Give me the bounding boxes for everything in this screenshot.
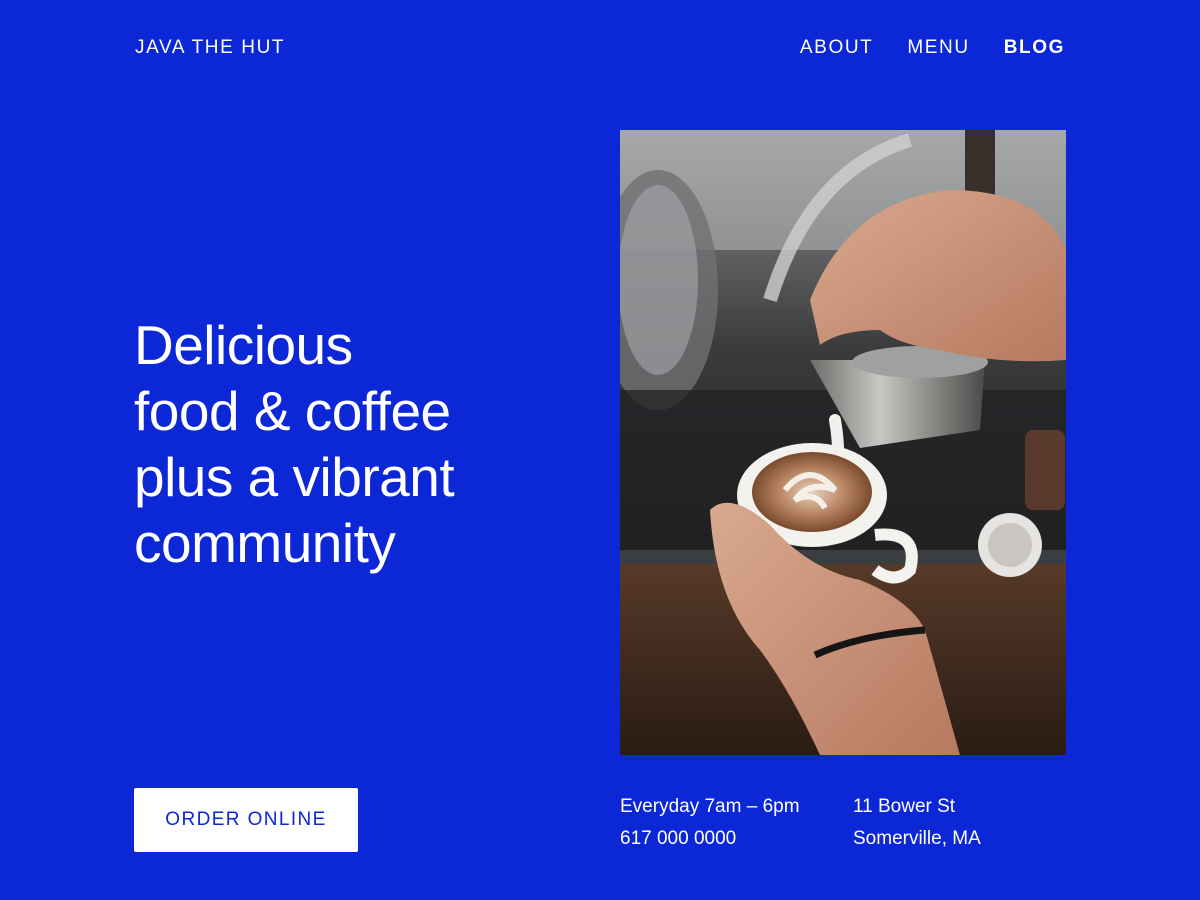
main-nav: ABOUT MENU BLOG [800, 37, 1065, 59]
city-state: Somerville, MA [853, 828, 981, 849]
opening-hours: Everyday 7am – 6pm [620, 796, 800, 817]
headline-line: community [134, 512, 396, 574]
order-online-button[interactable]: ORDER ONLINE [134, 788, 358, 852]
landing-page: JAVA THE HUT ABOUT MENU BLOG Delicious f… [0, 0, 1200, 900]
brand-logo[interactable]: JAVA THE HUT [135, 37, 285, 59]
nav-item-menu[interactable]: MENU [907, 37, 969, 59]
headline-line: Delicious [134, 314, 353, 376]
headline-line: plus a vibrant [134, 446, 455, 508]
nav-item-about[interactable]: ABOUT [800, 37, 873, 59]
phone-number[interactable]: 617 000 0000 [620, 823, 800, 855]
street-address: 11 Bower St [853, 796, 956, 817]
hero-headline: Delicious food & coffee plus a vibrant c… [134, 312, 574, 576]
address: 11 Bower St Somerville, MA [853, 791, 981, 855]
nav-item-blog[interactable]: BLOG [1004, 37, 1065, 59]
headline-line: food & coffee [134, 380, 451, 442]
hours-contact: Everyday 7am – 6pm 617 000 0000 [620, 791, 800, 855]
barista-latte-photo [620, 130, 1066, 755]
